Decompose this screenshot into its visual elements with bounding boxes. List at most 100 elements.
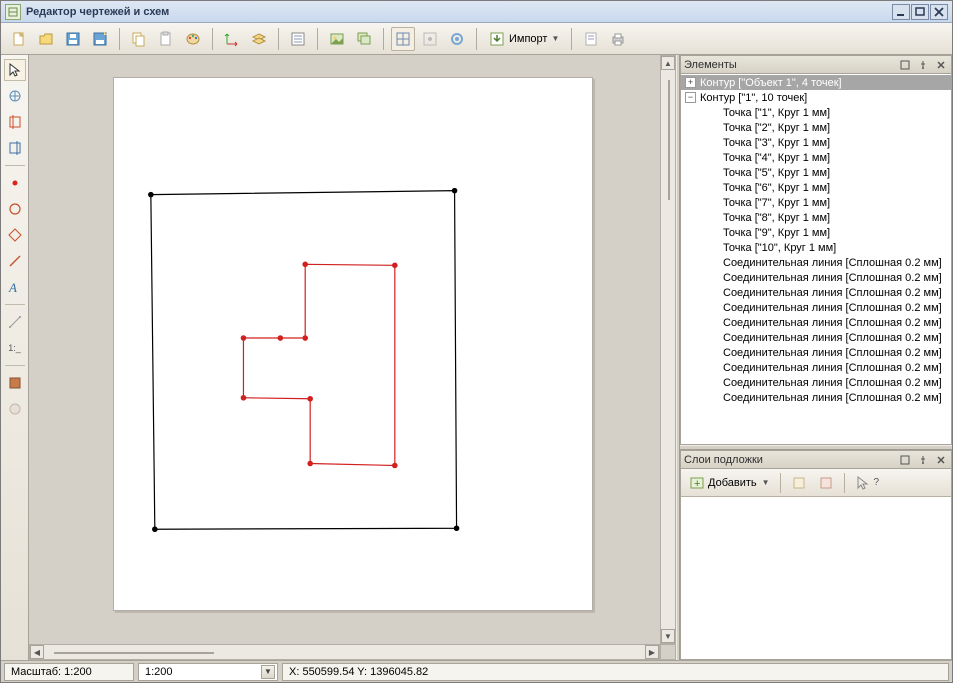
open-file-button[interactable] (34, 27, 58, 51)
scale-label-tool[interactable]: 1:_ (4, 337, 26, 359)
tree-item-label: Точка ["2", Круг 1 мм] (721, 122, 832, 134)
layers-pin-button[interactable] (916, 454, 930, 466)
scroll-right-button[interactable]: ▶ (645, 645, 659, 659)
collapse-icon[interactable]: − (685, 92, 696, 103)
layers-button[interactable] (247, 27, 271, 51)
scroll-up-button[interactable]: ▲ (661, 56, 675, 70)
snap-toggle-button[interactable] (418, 27, 442, 51)
panel-dock-button[interactable] (898, 59, 912, 71)
tree-point-4[interactable]: Точка ["4", Круг 1 мм] (681, 150, 951, 165)
layers-dock-button[interactable] (898, 454, 912, 466)
status-scale-combo[interactable]: 1:200 ▼ (138, 663, 278, 681)
status-scale-readout: Масштаб: 1:200 (4, 663, 134, 681)
new-file-button[interactable] (7, 27, 31, 51)
svg-text:+: + (694, 478, 700, 490)
tree-point-1[interactable]: Точка ["1", Круг 1 мм] (681, 105, 951, 120)
polygon-tool[interactable] (4, 224, 26, 246)
close-button[interactable] (930, 4, 948, 20)
tree-item-label: Точка ["6", Круг 1 мм] (721, 182, 832, 194)
palette-button[interactable] (181, 27, 205, 51)
chevron-down-icon: ▼ (261, 665, 275, 679)
tree-point-10[interactable]: Точка ["10", Круг 1 мм] (681, 240, 951, 255)
line-tool[interactable] (4, 250, 26, 272)
raster-stack-button[interactable] (352, 27, 376, 51)
elements-panel: Элементы +Контур ["Объект 1", 4 точек]−К… (680, 55, 952, 445)
tree-line-9[interactable]: Соединительная линия [Сплошная 0.2 мм] (681, 375, 951, 390)
tree-item-label: Точка ["10", Круг 1 мм] (721, 242, 838, 254)
tree-line-10[interactable]: Соединительная линия [Сплошная 0.2 мм] (681, 390, 951, 405)
hscroll-thumb[interactable] (54, 652, 214, 654)
tree-line-4[interactable]: Соединительная линия [Сплошная 0.2 мм] (681, 300, 951, 315)
layer-tool-2[interactable] (814, 472, 838, 494)
tree-line-3[interactable]: Соединительная линия [Сплошная 0.2 мм] (681, 285, 951, 300)
import-dropdown[interactable]: Импорт ▼ (484, 27, 564, 51)
tree-point-5[interactable]: Точка ["5", Круг 1 мм] (681, 165, 951, 180)
save-as-button[interactable] (88, 27, 112, 51)
vertical-scrollbar[interactable]: ▲ ▼ (660, 55, 676, 644)
tree-contour-2[interactable]: −Контур ["1", 10 точек] (681, 90, 951, 105)
circle-tool[interactable] (4, 198, 26, 220)
elements-tree[interactable]: +Контур ["Объект 1", 4 точек]−Контур ["1… (681, 74, 951, 444)
gear-button[interactable] (445, 27, 469, 51)
raster-open-button[interactable] (325, 27, 349, 51)
panel-pin-button[interactable] (916, 59, 930, 71)
tree-line-2[interactable]: Соединительная линия [Сплошная 0.2 мм] (681, 270, 951, 285)
crop-in-tool[interactable] (4, 137, 26, 159)
elements-panel-title: Элементы (684, 59, 737, 71)
tree-item-label: Соединительная линия [Сплошная 0.2 мм] (721, 257, 944, 269)
tree-point-2[interactable]: Точка ["2", Круг 1 мм] (681, 120, 951, 135)
add-layer-button[interactable]: + Добавить ▼ (685, 472, 774, 494)
layers-close-button[interactable] (934, 454, 948, 466)
scroll-corner (660, 644, 676, 660)
horizontal-scrollbar[interactable]: ◀ ▶ (29, 644, 660, 660)
point-tool[interactable] (4, 172, 26, 194)
tree-line-5[interactable]: Соединительная линия [Сплошная 0.2 мм] (681, 315, 951, 330)
save-button[interactable] (61, 27, 85, 51)
text-tool[interactable]: A (4, 276, 26, 298)
tree-point-3[interactable]: Точка ["3", Круг 1 мм] (681, 135, 951, 150)
maximize-button[interactable] (911, 4, 929, 20)
grid-toggle-button[interactable] (391, 27, 415, 51)
tree-contour-1[interactable]: +Контур ["Объект 1", 4 точек] (681, 75, 951, 90)
expand-icon[interactable]: + (685, 77, 696, 88)
crop-out-tool[interactable] (4, 111, 26, 133)
layer-help-button[interactable]: ? (851, 472, 884, 494)
tree-item-label: Соединительная линия [Сплошная 0.2 мм] (721, 302, 944, 314)
layers-panel-title: Слои подложки (684, 454, 763, 466)
circle-sample-tool[interactable] (4, 398, 26, 420)
tree-item-label: Соединительная линия [Сплошная 0.2 мм] (721, 362, 944, 374)
main-toolbar: Импорт ▼ (1, 23, 952, 55)
tree-item-label: Точка ["8", Круг 1 мм] (721, 212, 832, 224)
tree-line-6[interactable]: Соединительная линия [Сплошная 0.2 мм] (681, 330, 951, 345)
axes-button[interactable] (220, 27, 244, 51)
drawing-viewport[interactable]: ▲ ▼ ◀ ▶ (29, 55, 676, 660)
panel-close-button[interactable] (934, 59, 948, 71)
tree-line-7[interactable]: Соединительная линия [Сплошная 0.2 мм] (681, 345, 951, 360)
vscroll-thumb[interactable] (668, 80, 670, 200)
app-icon (5, 4, 21, 20)
tree-point-8[interactable]: Точка ["8", Круг 1 мм] (681, 210, 951, 225)
pan-tool[interactable] (4, 85, 26, 107)
copy-button[interactable] (127, 27, 151, 51)
print-button[interactable] (606, 27, 630, 51)
paste-button[interactable] (154, 27, 178, 51)
layer-tool-1[interactable] (787, 472, 811, 494)
minimize-button[interactable] (892, 4, 910, 20)
layers-list[interactable] (681, 497, 951, 659)
tree-item-label: Контур ["Объект 1", 4 точек] (698, 77, 844, 89)
chevron-down-icon: ▼ (762, 478, 770, 487)
scroll-down-button[interactable]: ▼ (661, 629, 675, 643)
tree-line-1[interactable]: Соединительная линия [Сплошная 0.2 мм] (681, 255, 951, 270)
scroll-left-button[interactable]: ◀ (30, 645, 44, 659)
preview-button[interactable] (579, 27, 603, 51)
select-tool[interactable] (4, 59, 26, 81)
svg-text:A: A (8, 280, 17, 294)
tree-point-6[interactable]: Точка ["6", Круг 1 мм] (681, 180, 951, 195)
fill-sample-tool[interactable] (4, 372, 26, 394)
tree-point-7[interactable]: Точка ["7", Круг 1 мм] (681, 195, 951, 210)
tree-item-label: Точка ["9", Круг 1 мм] (721, 227, 832, 239)
measure-tool[interactable] (4, 311, 26, 333)
tree-line-8[interactable]: Соединительная линия [Сплошная 0.2 мм] (681, 360, 951, 375)
properties-button[interactable] (286, 27, 310, 51)
tree-point-9[interactable]: Точка ["9", Круг 1 мм] (681, 225, 951, 240)
